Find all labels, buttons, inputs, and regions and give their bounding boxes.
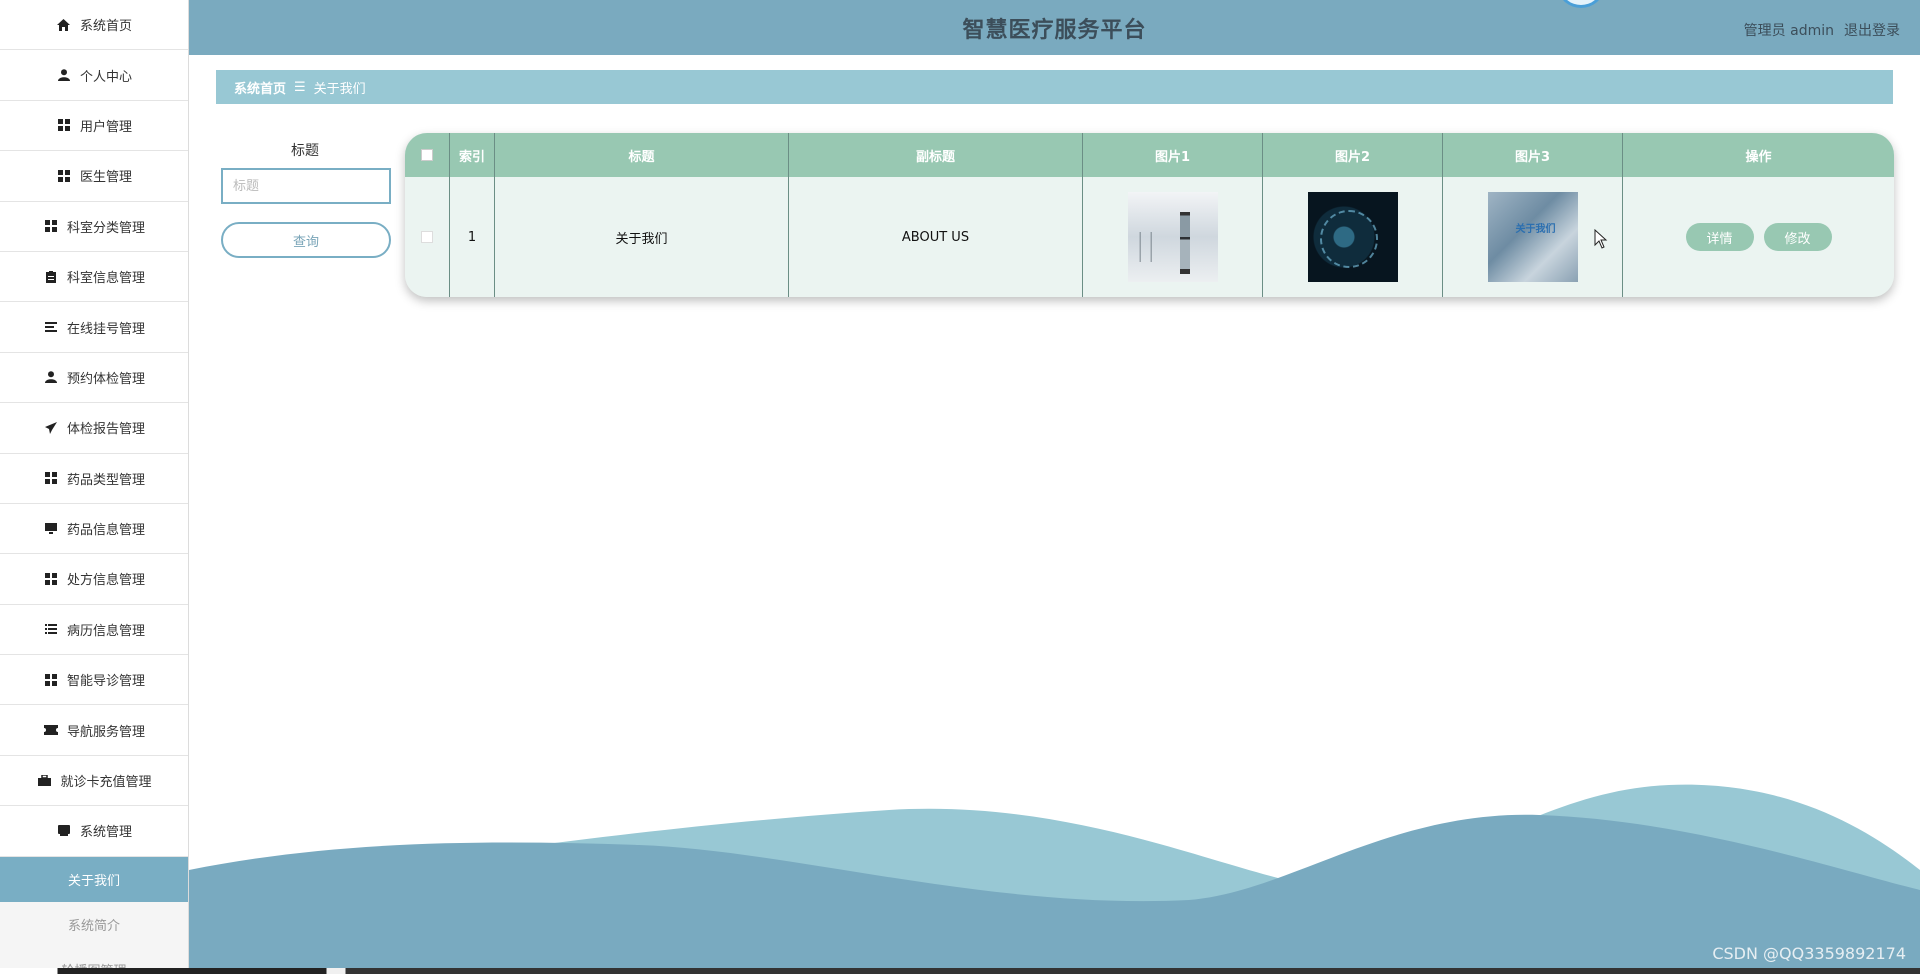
header-checkbox-cell xyxy=(405,133,450,177)
table-cell-index: 1 xyxy=(450,177,495,297)
decorative-waves xyxy=(189,784,1920,974)
sidebar-item-label: 用户管理 xyxy=(79,119,132,135)
tablet-icon xyxy=(56,823,72,839)
breadcrumb-separator-icon: ☰ xyxy=(294,79,306,95)
monitor-icon xyxy=(43,521,59,537)
select-all-checkbox[interactable] xyxy=(421,149,433,161)
sidebar: 系统首页 个人中心 用户管理 医生管理 科室分类管理 科室信息管理 在线挂号管理… xyxy=(0,0,189,974)
column-header: 标题 xyxy=(495,133,789,177)
sidebar-item-doctors[interactable]: 医生管理 xyxy=(0,151,188,202)
column-header: 索引 xyxy=(450,133,495,177)
list-icon xyxy=(43,319,59,335)
header-user-area: 管理员 admin 退出登录 xyxy=(1744,20,1900,40)
sidebar-subitem-label: 关于我们 xyxy=(67,873,120,889)
grid-icon xyxy=(56,117,72,133)
briefcase-icon xyxy=(36,773,52,789)
sidebar-subitem-label: 系统简介 xyxy=(67,918,120,934)
sidebar-item-label: 就诊卡充值管理 xyxy=(60,775,152,791)
column-header: 副标题 xyxy=(789,133,1083,177)
sidebar-item-checkup-report[interactable]: 体检报告管理 xyxy=(0,403,188,454)
logout-link[interactable]: 退出登录 xyxy=(1844,20,1900,40)
row-checkbox[interactable] xyxy=(421,231,433,243)
sidebar-item-users[interactable]: 用户管理 xyxy=(0,101,188,152)
grid-icon xyxy=(56,168,72,184)
top-header: 智慧医疗服务平台 管理员 admin 退出登录 xyxy=(189,0,1920,55)
sidebar-item-label: 在线挂号管理 xyxy=(66,321,145,337)
column-header: 操作 xyxy=(1745,149,1772,165)
edit-button[interactable]: 修改 xyxy=(1763,223,1832,251)
data-table: 索引 标题 副标题 图片1 图片2 图片3 操作 1 关于我们 ABOUT US… xyxy=(405,133,1894,297)
table-cell-actions: 详情 修改 xyxy=(1623,177,1894,297)
search-button[interactable]: 查询 xyxy=(221,222,391,258)
row-checkbox-cell xyxy=(405,177,450,297)
sidebar-item-smart-triage[interactable]: 智能导诊管理 xyxy=(0,655,188,706)
breadcrumb-home[interactable]: 系统首页 xyxy=(234,78,286,97)
mouse-cursor-icon xyxy=(1594,229,1608,249)
table-header-row: 索引 标题 副标题 图片1 图片2 图片3 操作 xyxy=(405,133,1894,177)
table-cell-image2 xyxy=(1263,177,1443,297)
sidebar-item-label: 导航服务管理 xyxy=(66,724,145,740)
table-row: 1 关于我们 ABOUT US 关于我们 详情 修改 xyxy=(405,177,1894,297)
grid-icon xyxy=(43,672,59,688)
sidebar-item-navigation[interactable]: 导航服务管理 xyxy=(0,705,188,756)
sidebar-item-label: 科室信息管理 xyxy=(66,271,145,287)
table-cell-title: 关于我们 xyxy=(495,177,789,297)
sidebar-item-label: 医生管理 xyxy=(79,170,132,186)
page-title: 智慧医疗服务平台 xyxy=(962,17,1147,43)
bottom-border xyxy=(0,968,1920,974)
sidebar-item-drug-info[interactable]: 药品信息管理 xyxy=(0,504,188,555)
breadcrumb: 系统首页 ☰ 关于我们 xyxy=(216,70,1893,104)
grid-icon xyxy=(43,571,59,587)
send-icon xyxy=(43,420,59,436)
breadcrumb-current: 关于我们 xyxy=(313,81,366,97)
sidebar-subitem-about-us[interactable]: 关于我们 xyxy=(0,856,188,902)
image3-caption: 关于我们 xyxy=(1515,224,1556,235)
header-decoration xyxy=(1559,0,1603,8)
grid-icon xyxy=(43,470,59,486)
sidebar-item-label: 病历信息管理 xyxy=(66,623,145,639)
search-label: 标题 xyxy=(291,143,319,159)
sidebar-item-home[interactable]: 系统首页 xyxy=(0,0,188,51)
sidebar-item-dept-info[interactable]: 科室信息管理 xyxy=(0,252,188,303)
sidebar-item-label: 体检报告管理 xyxy=(66,422,145,438)
sidebar-item-label: 个人中心 xyxy=(79,69,132,85)
image1-thumbnail[interactable] xyxy=(1127,192,1218,282)
sidebar-item-label: 智能导诊管理 xyxy=(66,674,145,690)
sidebar-item-label: 科室分类管理 xyxy=(66,220,145,236)
sidebar-item-system[interactable]: 系统管理 xyxy=(0,806,188,857)
sidebar-item-label: 系统管理 xyxy=(79,825,132,841)
current-user: 管理员 admin xyxy=(1743,23,1834,39)
sidebar-item-label: 预约体检管理 xyxy=(66,371,145,387)
table-cell-subtitle: ABOUT US xyxy=(789,177,1083,297)
sidebar-item-profile[interactable]: 个人中心 xyxy=(0,50,188,101)
grid-icon xyxy=(43,218,59,234)
watermark: CSDN @QQ3359892174 xyxy=(1712,944,1906,963)
list-icon xyxy=(43,621,59,637)
title-search-input[interactable] xyxy=(221,168,391,204)
detail-button[interactable]: 详情 xyxy=(1685,223,1754,251)
home-icon xyxy=(56,17,72,33)
clipboard-icon xyxy=(43,269,59,285)
column-header: 图片1 xyxy=(1083,133,1263,177)
column-header: 图片2 xyxy=(1263,133,1443,177)
sidebar-subitem-intro[interactable]: 系统简介 xyxy=(0,901,188,947)
sidebar-item-medical-record[interactable]: 病历信息管理 xyxy=(0,605,188,656)
sidebar-item-drug-type[interactable]: 药品类型管理 xyxy=(0,454,188,504)
user-icon xyxy=(43,369,59,385)
sidebar-item-registration[interactable]: 在线挂号管理 xyxy=(0,302,188,353)
user-icon xyxy=(56,67,72,83)
sidebar-item-prescription[interactable]: 处方信息管理 xyxy=(0,554,188,605)
sidebar-item-card-recharge[interactable]: 就诊卡充值管理 xyxy=(0,756,188,807)
sidebar-item-label: 药品类型管理 xyxy=(66,472,145,488)
column-header: 图片3 xyxy=(1443,133,1623,177)
image3-thumbnail[interactable]: 关于我们 xyxy=(1487,192,1578,282)
table-cell-image1 xyxy=(1083,177,1263,297)
sidebar-item-label: 药品信息管理 xyxy=(66,523,145,539)
ticket-icon xyxy=(43,722,59,738)
image2-thumbnail[interactable] xyxy=(1307,192,1398,282)
sidebar-item-label: 处方信息管理 xyxy=(66,573,145,589)
sidebar-item-dept-category[interactable]: 科室分类管理 xyxy=(0,202,188,252)
sidebar-item-label: 系统首页 xyxy=(79,19,132,35)
sidebar-item-checkup-booking[interactable]: 预约体检管理 xyxy=(0,353,188,404)
